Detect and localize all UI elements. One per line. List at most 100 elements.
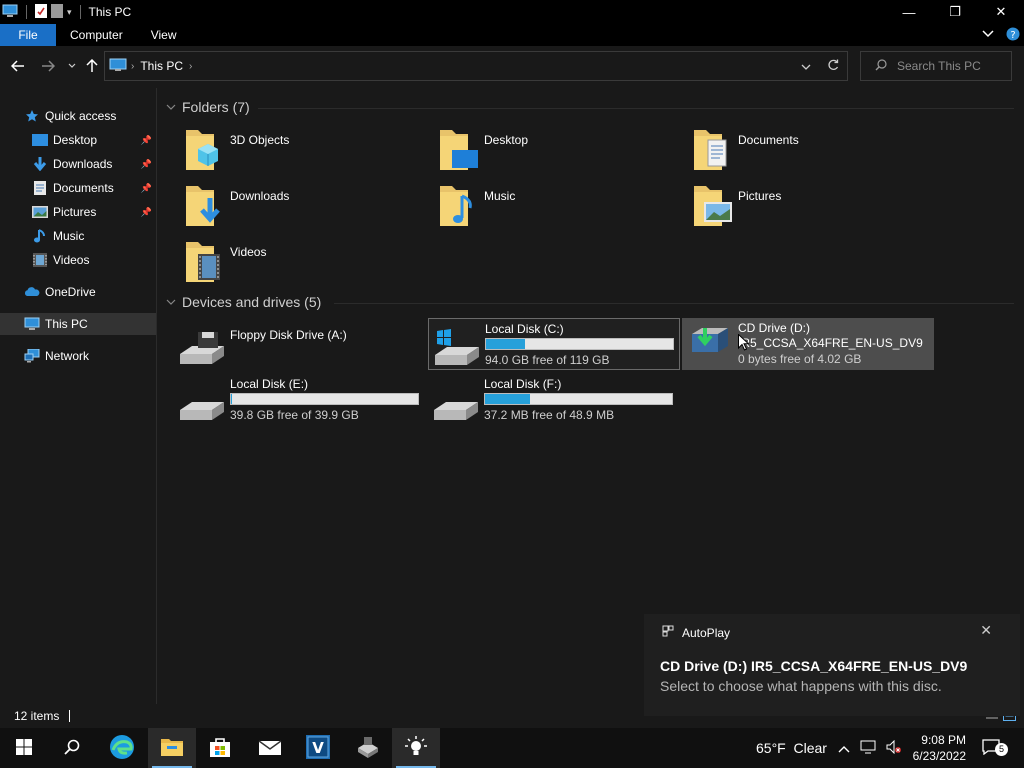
address-bar[interactable]: › This PC › [104,51,848,81]
notification-center-button[interactable]: 5 [982,728,1008,768]
sidebar-item-pictures[interactable]: Pictures 📌 [0,201,156,223]
desktop-icon [32,132,48,148]
downloads-folder-icon [184,184,224,232]
pin-icon[interactable]: 📌 [141,159,152,170]
sidebar-item-this-pc[interactable]: This PC [0,313,156,335]
installer-icon [356,736,380,761]
search-button[interactable] [48,728,96,768]
folder-pictures[interactable]: Pictures [692,184,932,232]
drive-usage-fill [486,339,526,349]
sidebar-item-videos[interactable]: Videos [0,249,156,271]
taskbar-tips[interactable] [392,728,440,768]
taskbar-app-v[interactable]: V [294,728,342,768]
help-icon[interactable]: ? [1006,27,1020,44]
close-icon[interactable]: ✕ [980,622,992,639]
tab-computer[interactable]: Computer [56,24,137,46]
pin-icon[interactable]: 📌 [141,135,152,146]
status-divider [69,710,71,722]
folder-label: Desktop [484,133,529,147]
notification-count-badge: 5 [995,742,1008,756]
folder-music[interactable]: Music [438,184,678,232]
tab-view[interactable]: View [137,24,191,46]
folder-label: Pictures [738,189,782,203]
pin-icon[interactable]: 📌 [141,183,152,194]
refresh-icon[interactable] [827,59,839,74]
sidebar-item-documents[interactable]: Documents 📌 [0,177,156,199]
start-button[interactable] [0,728,48,768]
forward-arrow-icon[interactable] [38,56,58,76]
new-folder-icon[interactable] [51,3,63,21]
chevron-right-icon[interactable]: › [131,61,134,72]
clock-date: 6/23/2022 [912,749,966,763]
chevron-down-icon[interactable] [982,29,994,41]
taskbar-installer[interactable] [344,728,392,768]
breadcrumb-this-pc[interactable]: This PC [140,59,183,73]
back-arrow-icon[interactable] [8,56,28,76]
music-folder-icon [438,184,478,232]
drive-free-space: 37.2 MB free of 48.9 MB [484,408,615,422]
sidebar-item-onedrive[interactable]: OneDrive [0,281,156,303]
sidebar-item-desktop[interactable]: Desktop 📌 [0,129,156,151]
maximize-button[interactable]: ❐ [932,0,978,24]
sidebar-item-downloads[interactable]: Downloads 📌 [0,153,156,175]
separator [26,5,27,19]
folder-desktop[interactable]: Desktop [438,128,678,176]
drive-f[interactable]: Local Disk (F:) 37.2 MB free of 48.9 MB [428,374,680,426]
autoplay-app-icon [662,625,674,640]
folder-downloads[interactable]: Downloads [184,184,424,232]
drive-free-space: 0 bytes free of 4.02 GB [738,352,862,366]
weather-widget[interactable]: 65°F Clear [756,728,827,768]
svg-text:V: V [312,739,324,757]
volume-muted-icon[interactable] [886,739,902,757]
quick-access-toolbar: ▾ [0,0,85,24]
sidebar-item-network[interactable]: Network [0,345,156,367]
folder-videos[interactable]: Videos [184,240,424,288]
this-pc-icon [2,4,18,21]
system-tray [838,728,902,768]
mouse-cursor-icon [738,333,750,354]
drive-c[interactable]: Local Disk (C:) 94.0 GB free of 119 GB [428,318,680,370]
properties-icon[interactable] [35,3,47,21]
chevron-down-icon[interactable] [166,297,176,308]
drive-free-space: 39.8 GB free of 39.9 GB [230,408,359,422]
sidebar-item-quick-access[interactable]: Quick access [0,105,156,127]
videos-folder-icon [184,240,224,288]
drive-e[interactable]: Local Disk (E:) 39.8 GB free of 39.9 GB [174,374,426,426]
hard-drive-icon [178,380,226,427]
taskbar-store[interactable] [196,728,244,768]
close-button[interactable]: ✕ [978,0,1024,24]
notification-icon: 5 [982,738,1008,758]
autoplay-notification[interactable]: AutoPlay ✕ CD Drive (D:) IR5_CCSA_X64FRE… [644,614,1020,716]
folders-group-header[interactable]: Folders (7) [166,99,250,115]
drive-name: Floppy Disk Drive (A:) [230,328,347,342]
item-count: 12 items [14,709,60,723]
taskbar-mail[interactable] [246,728,294,768]
tab-file[interactable]: File [0,24,56,46]
up-arrow-icon[interactable] [82,56,102,76]
taskbar-edge[interactable] [98,728,146,768]
network-tray-icon[interactable] [860,740,876,757]
pictures-folder-icon [692,184,732,232]
chevron-up-icon[interactable] [838,740,850,756]
drive-free-space: 94.0 GB free of 119 GB [485,353,610,367]
minimize-button[interactable]: — [886,0,932,24]
clock[interactable]: 9:08 PM 6/23/2022 [913,732,966,764]
customize-toolbar-icon[interactable]: ▾ [67,7,72,18]
devices-group-header[interactable]: Devices and drives (5) [166,294,321,310]
chevron-down-icon[interactable] [166,102,176,113]
folder-3d-objects[interactable]: 3D Objects [184,128,424,176]
drive-floppy-a[interactable]: Floppy Disk Drive (A:) [174,318,426,370]
address-dropdown-icon[interactable] [801,60,811,74]
network-icon [24,348,40,364]
search-input[interactable]: Search This PC [860,51,1012,81]
pin-icon[interactable]: 📌 [141,207,152,218]
recent-locations-icon[interactable] [62,56,82,76]
sidebar-item-music[interactable]: Music [0,225,156,247]
taskbar-file-explorer[interactable] [148,728,196,768]
drive-cd-d[interactable]: CD Drive (D:) IR5_CCSA_X64FRE_EN-US_DV9 … [682,318,934,370]
folder-documents[interactable]: Documents [692,128,932,176]
documents-folder-icon [692,128,732,176]
chevron-right-icon[interactable]: › [189,61,192,72]
folder-label: Downloads [230,189,290,203]
cloud-icon [24,284,40,300]
